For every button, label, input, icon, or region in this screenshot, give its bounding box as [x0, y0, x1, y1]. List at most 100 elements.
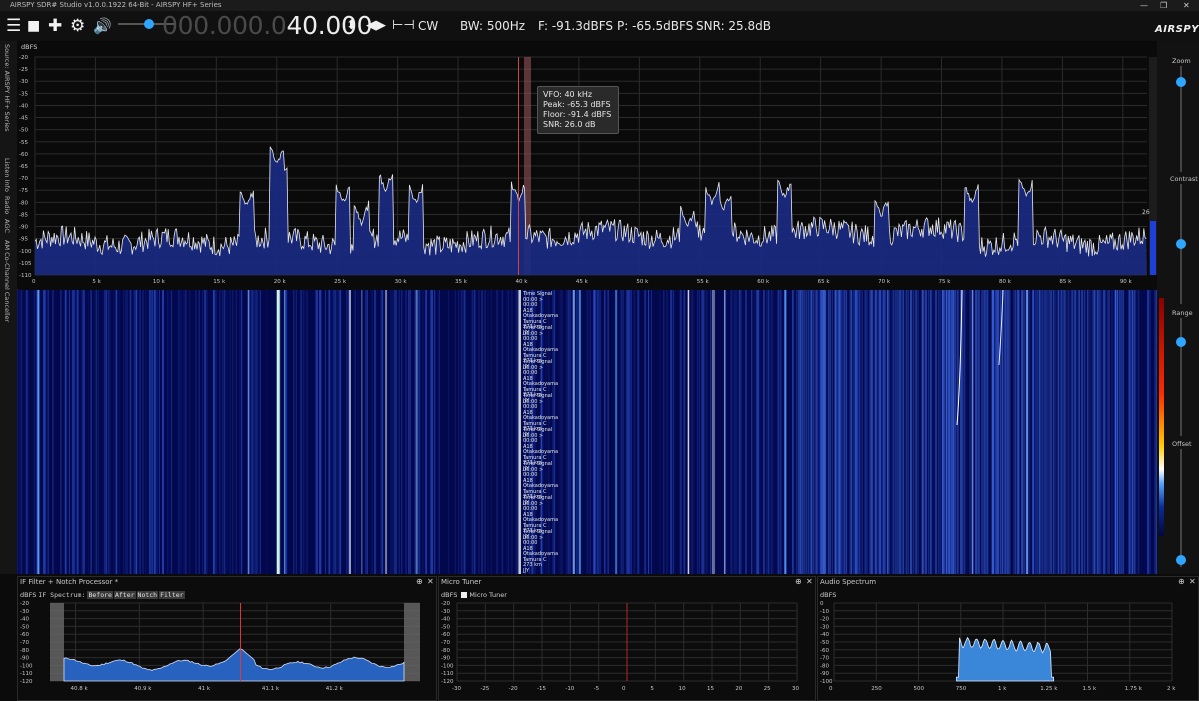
waterfall-noise-trace	[808, 290, 810, 574]
waterfall-trace	[184, 290, 187, 574]
waterfall-trace	[487, 290, 489, 574]
waterfall-trace	[177, 290, 180, 574]
waterfall-trace	[166, 290, 168, 574]
tab-radio[interactable]: Radio	[3, 196, 11, 214]
waterfall-noise-trace	[812, 290, 814, 574]
audio-pin-icon[interactable]: ⊕	[1178, 577, 1185, 586]
if-y-unit: dBFS	[20, 591, 37, 599]
if-filter-close-icon[interactable]: ✕	[427, 577, 434, 586]
maximize-button[interactable]: ❐	[1160, 0, 1167, 11]
power-label: P: -65.5dBFS	[617, 19, 694, 33]
waterfall-noise-trace	[982, 290, 984, 574]
waterfall-noise-trace	[1049, 290, 1051, 574]
micro-tuner-pin-icon[interactable]: ⊕	[795, 577, 802, 586]
zoom-slider-knob[interactable]	[1176, 76, 1186, 87]
waterfall-trace	[405, 290, 407, 574]
waterfall-trace	[1089, 290, 1091, 574]
waterfall-trace	[1148, 290, 1150, 574]
if-chip-notch[interactable]: Notch	[136, 591, 159, 599]
micro-tuner-plot[interactable]: -20-30-40-50-60-70-80-90-100-110-120-30-…	[439, 601, 815, 700]
plot-y-tick: -50	[20, 624, 29, 630]
spectrum-y-tick: -25	[19, 67, 28, 73]
waterfall-trace	[434, 290, 436, 574]
if-filter-pin-icon[interactable]: ⊕	[416, 577, 423, 586]
plot-x-tick: 1.5 k	[1083, 686, 1097, 692]
offset-slider-knob[interactable]	[1176, 554, 1186, 565]
waterfall-noise-trace	[1046, 290, 1048, 574]
micro-tuner-checkbox[interactable]	[461, 592, 468, 598]
mode-label[interactable]: CW	[418, 19, 438, 33]
waterfall-trace	[567, 290, 570, 574]
spectrum-x-tick: 5 k	[92, 279, 101, 285]
spectrum-y-tick: -30	[19, 79, 28, 85]
waterfall-trace	[33, 290, 36, 574]
waterfall-trace	[339, 290, 342, 574]
tab-listen-info[interactable]: Listen Info	[3, 158, 11, 192]
frequency-display[interactable]: 000.000.040.000	[162, 11, 373, 40]
tab-am-co-channel-canceller[interactable]: AM Co-Channel Canceller	[3, 240, 11, 322]
waterfall-noise-trace	[990, 290, 992, 574]
waterfall-trace	[593, 290, 595, 574]
waterfall-trace	[94, 290, 96, 574]
tab-agc[interactable]: AGC	[3, 219, 11, 233]
if-chip-before[interactable]: Before	[87, 591, 113, 599]
plot-x-tick: 0	[622, 686, 626, 692]
waterfall-noise-trace	[1017, 290, 1019, 574]
spectrum-level-fill	[1150, 221, 1156, 275]
waterfall-trace	[643, 290, 646, 574]
frequency-digits-dim[interactable]: 000.000.0	[162, 11, 287, 40]
span-icon[interactable]: ⊢⊣	[392, 13, 415, 39]
if-spectrum-plot[interactable]: -20 -30 -40-50 -60 -70 -80 -90-100 -110 -120 40.8…	[18, 601, 436, 700]
micro-tuner-close-icon[interactable]: ✕	[806, 577, 813, 586]
frequency-step-leftright-icon[interactable]: ◀▶	[366, 13, 386, 39]
waterfall-trace	[472, 290, 474, 574]
plot-x-tick: 500	[914, 686, 925, 692]
waterfall-trace	[589, 290, 591, 574]
if-chip-filter[interactable]: Filter	[159, 591, 185, 599]
waterfall-noise-trace	[997, 290, 999, 574]
speaker-icon[interactable]: 🔊	[93, 13, 112, 39]
waterfall-noise-trace	[1001, 290, 1003, 574]
waterfall-trace	[315, 290, 318, 574]
stop-icon[interactable]: ■	[27, 13, 40, 39]
waterfall-trace	[354, 290, 356, 574]
waterfall-trace	[292, 290, 295, 574]
spectrum-plot[interactable]: -20 -25 -30 -35 -40 -45 -50 -55 -60 -65 -70 -75 -80 -…	[17, 41, 1157, 289]
plot-x-tick: 250	[871, 686, 882, 692]
waterfall-noise-trace	[1015, 290, 1017, 574]
waterfall-trace	[398, 290, 401, 574]
waterfall-noise-trace	[879, 290, 881, 574]
volume-slider-knob[interactable]	[144, 19, 154, 29]
close-window-button[interactable]: ✕	[1183, 0, 1190, 11]
contrast-slider-knob[interactable]	[1176, 239, 1186, 249]
minimize-button[interactable]: —	[1140, 0, 1148, 11]
waterfall-trace	[758, 290, 761, 574]
frequency-digits-lit[interactable]: 40.000	[287, 11, 373, 40]
waterfall-noise-trace	[850, 290, 852, 574]
waterfall-plot[interactable]	[17, 289, 1158, 574]
waterfall-strong-trace	[784, 290, 787, 574]
toolbar: ☰ ■ ✚ ⚙ 🔊 000.000.040.000 ⬍ ◀▶ ⊢⊣ CW BW:…	[0, 11, 1199, 41]
waterfall-noise-trace	[1021, 290, 1023, 574]
tab-source[interactable]: Source: AIRSPY HF+ Series	[3, 44, 11, 132]
plus-icon[interactable]: ✚	[48, 13, 62, 39]
spectrum-panel[interactable]: -20 -25 -30 -35 -40 -45 -50 -55 -60 -65 -70 -75 -80 -…	[17, 41, 1157, 289]
if-filter-title: IF Filter + Notch Processor *	[20, 578, 119, 586]
waterfall-trace	[690, 290, 693, 574]
offset-slider[interactable]	[1180, 449, 1182, 567]
waterfall-noise-trace	[975, 290, 977, 574]
range-slider-knob[interactable]	[1176, 336, 1186, 347]
waterfall-noise-trace	[987, 290, 989, 574]
gear-icon[interactable]: ⚙	[70, 13, 85, 39]
if-chip-after[interactable]: After	[113, 591, 136, 599]
range-slider[interactable]	[1180, 318, 1182, 436]
waterfall-strong-trace	[518, 290, 521, 574]
frequency-step-updown-icon[interactable]: ⬍	[346, 13, 357, 39]
waterfall-trace	[335, 290, 337, 574]
audio-spectrum-plot[interactable]: 0-10-20-30-40-50-60-70-80-90-1000 250 500 7…	[818, 601, 1198, 700]
menu-icon[interactable]: ☰	[6, 13, 21, 39]
waterfall-panel[interactable]: Time Signal 00:00 > 00:00 A18 Otakadoyama T…	[17, 289, 1158, 574]
waterfall-trace	[395, 290, 397, 574]
micro-tuner-checkbox-label[interactable]: Micro Tuner	[469, 591, 506, 599]
audio-close-icon[interactable]: ✕	[1189, 577, 1196, 586]
